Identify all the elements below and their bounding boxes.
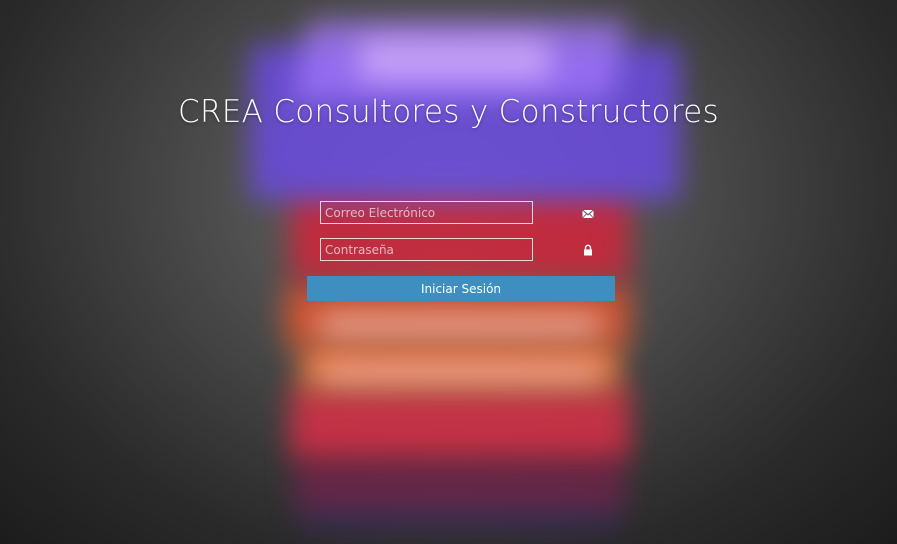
password-field[interactable] bbox=[320, 238, 533, 261]
background-image bbox=[0, 0, 897, 544]
lock-icon bbox=[584, 244, 592, 256]
email-field[interactable] bbox=[320, 201, 533, 224]
page-title: CREA Consultores y Constructores bbox=[178, 94, 719, 130]
envelope-icon bbox=[582, 209, 594, 219]
login-button[interactable]: Iniciar Sesión bbox=[307, 276, 615, 301]
